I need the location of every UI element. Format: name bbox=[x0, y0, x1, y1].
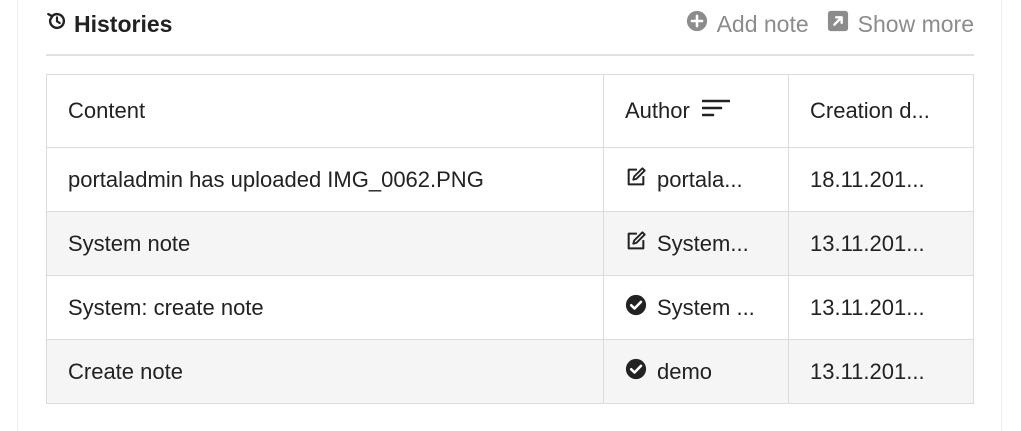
column-header-label: Content bbox=[68, 98, 146, 123]
histories-header: Histories Add note Show more bbox=[46, 0, 974, 56]
edit-icon bbox=[625, 166, 647, 194]
date-cell: 13.11.201... bbox=[788, 339, 974, 404]
author-cell: portala... bbox=[603, 147, 789, 212]
date-cell: 13.11.201... bbox=[788, 275, 974, 340]
content-cell: Create note bbox=[46, 339, 604, 404]
author-name: System... bbox=[657, 230, 749, 256]
table-row[interactable]: Create note demo 13.11.201... bbox=[46, 339, 974, 404]
column-header-content[interactable]: Content bbox=[46, 74, 604, 148]
panel-title: Histories bbox=[46, 10, 172, 38]
author-cell: System ... bbox=[603, 275, 789, 340]
histories-table: Content Author Creation d... portaladmin… bbox=[46, 74, 974, 404]
content-cell: System: create note bbox=[46, 275, 604, 340]
plus-circle-icon bbox=[686, 10, 708, 38]
table-row[interactable]: portaladmin has uploaded IMG_0062.PNG po… bbox=[46, 147, 974, 212]
sort-icon[interactable] bbox=[701, 97, 731, 125]
author-cell: demo bbox=[603, 339, 789, 404]
table-row[interactable]: System: create note System ... 13.11.201… bbox=[46, 275, 974, 340]
panel-title-text: Histories bbox=[74, 10, 173, 37]
edit-icon bbox=[625, 230, 647, 258]
author-name: portala... bbox=[657, 166, 743, 192]
add-note-label: Add note bbox=[716, 10, 809, 37]
history-icon bbox=[46, 10, 68, 38]
author-name: demo bbox=[657, 358, 713, 384]
check-circle-icon bbox=[625, 294, 647, 322]
column-header-author[interactable]: Author bbox=[603, 74, 789, 148]
column-header-label: Creation d... bbox=[810, 98, 930, 123]
header-actions: Add note Show more bbox=[686, 10, 974, 38]
date-cell: 18.11.201... bbox=[788, 147, 974, 212]
check-circle-icon bbox=[625, 358, 647, 386]
show-more-button[interactable]: Show more bbox=[827, 10, 974, 38]
content-cell: portaladmin has uploaded IMG_0062.PNG bbox=[46, 147, 604, 212]
table-row[interactable]: System note System... 13.11.201... bbox=[46, 211, 974, 276]
content-cell: System note bbox=[46, 211, 604, 276]
column-header-label: Author bbox=[625, 98, 690, 123]
author-name: System ... bbox=[657, 294, 755, 320]
author-cell: System... bbox=[603, 211, 789, 276]
add-note-button[interactable]: Add note bbox=[686, 10, 809, 38]
table-header-row: Content Author Creation d... bbox=[46, 74, 974, 148]
date-cell: 13.11.201... bbox=[788, 211, 974, 276]
external-link-icon bbox=[827, 10, 849, 38]
column-header-creation-date[interactable]: Creation d... bbox=[788, 74, 974, 148]
show-more-label: Show more bbox=[857, 10, 974, 37]
